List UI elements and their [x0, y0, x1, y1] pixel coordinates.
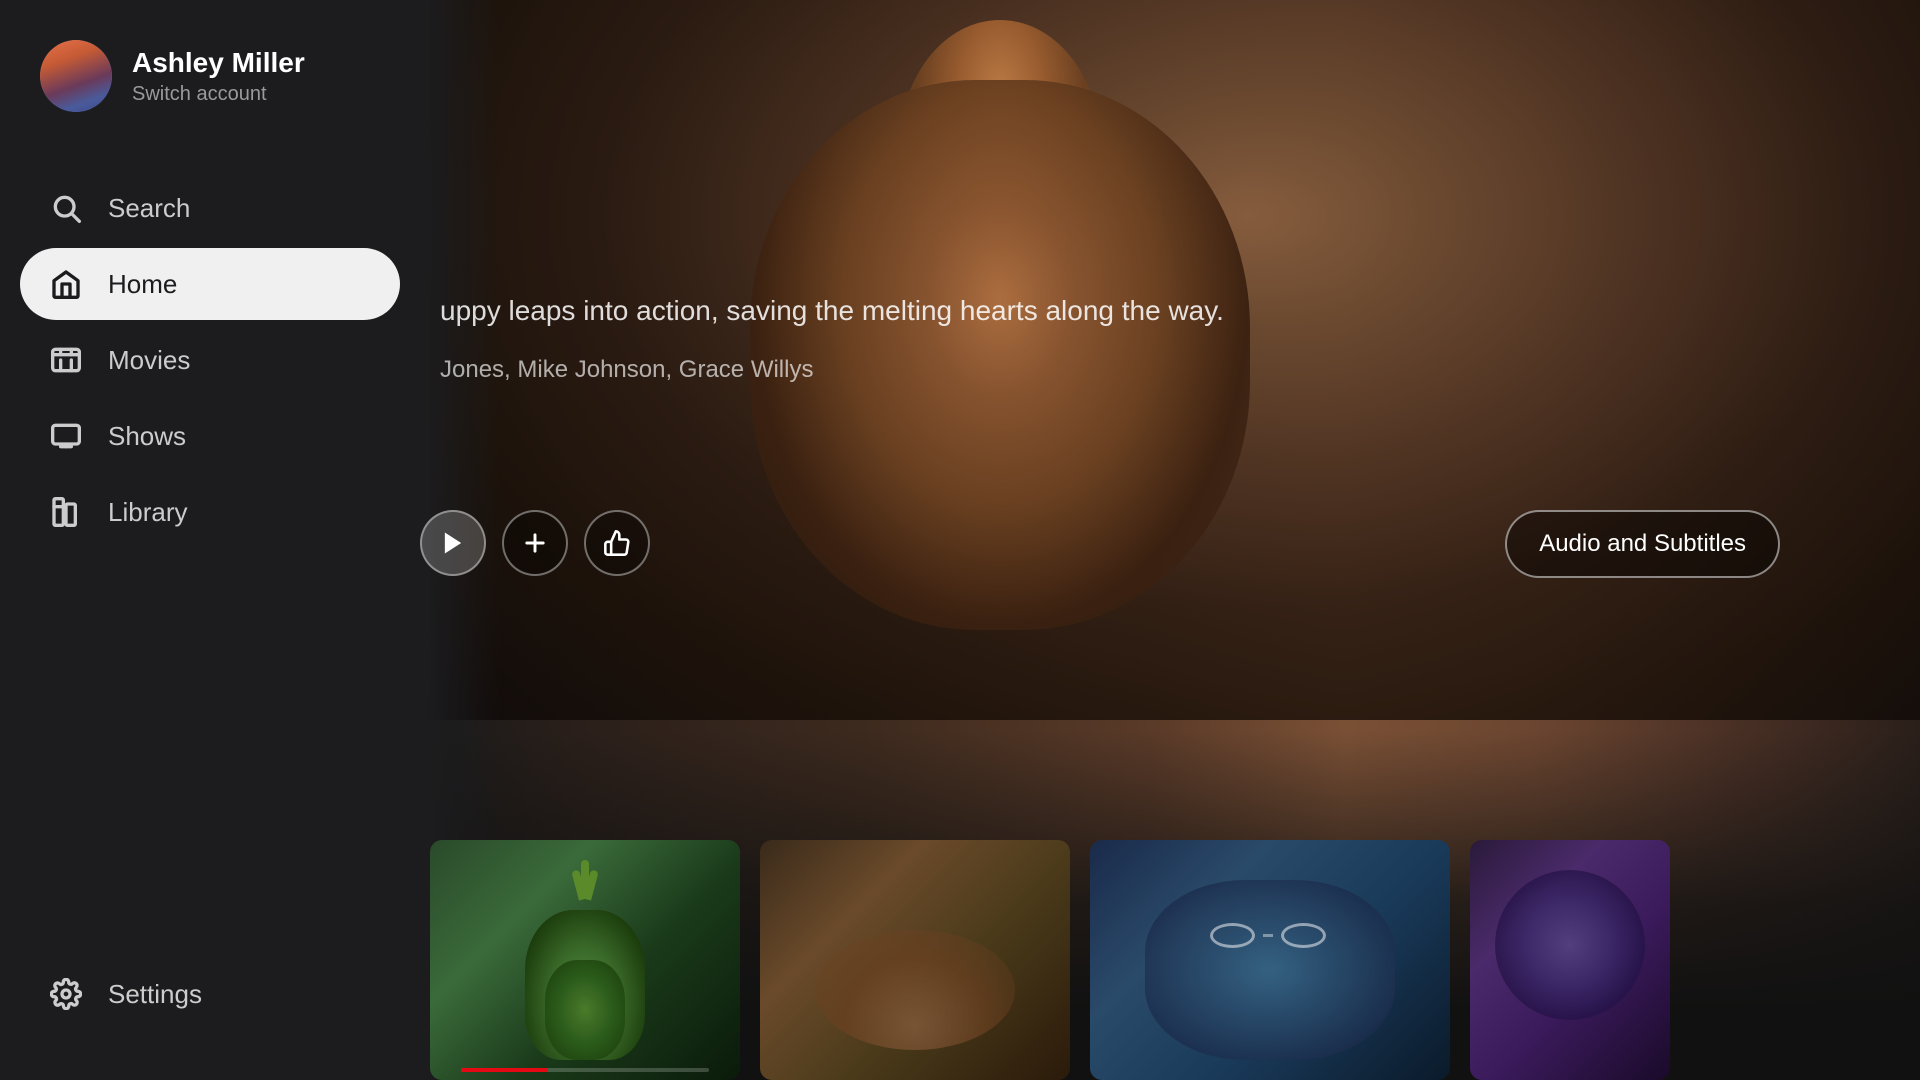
sidebar-item-library[interactable]: Library [20, 476, 400, 548]
hero-description: uppy leaps into action, saving the melti… [440, 290, 1240, 332]
sidebar-item-home[interactable]: Home [20, 248, 400, 320]
hero-cast: Jones, Mike Johnson, Grace Willys [440, 356, 1240, 384]
sidebar: Ashley Miller Switch account Search [0, 0, 420, 1080]
avatar-image [40, 40, 112, 112]
shows-icon [48, 418, 84, 454]
user-name: Ashley Miller [132, 46, 305, 80]
user-info: Ashley Miller Switch account [132, 46, 305, 107]
audio-subtitles-button[interactable]: Audio and Subtitles [1505, 510, 1780, 578]
thumbnail-item[interactable] [760, 840, 1070, 1080]
library-label: Library [108, 497, 187, 528]
switch-account-link[interactable]: Switch account [132, 83, 305, 106]
thumbnail-item[interactable] [1090, 840, 1450, 1080]
add-to-list-button[interactable] [502, 510, 568, 576]
hero-text-area: uppy leaps into action, saving the melti… [440, 290, 1240, 424]
thumbnail-item[interactable] [430, 840, 740, 1080]
shows-label: Shows [108, 421, 186, 452]
play-button[interactable] [420, 510, 486, 576]
user-section[interactable]: Ashley Miller Switch account [0, 0, 420, 152]
settings-label: Settings [108, 979, 202, 1010]
thumbnail-row [420, 800, 1920, 1080]
progress-fill [461, 1068, 548, 1072]
sidebar-item-shows[interactable]: Shows [20, 400, 400, 472]
nav-section: Search Home [0, 152, 420, 938]
home-label: Home [108, 269, 177, 300]
home-icon [48, 266, 84, 302]
main-content: uppy leaps into action, saving the melti… [420, 0, 1920, 1080]
progress-bar [461, 1068, 709, 1072]
library-icon [48, 494, 84, 530]
like-button[interactable] [584, 510, 650, 576]
action-buttons-row [420, 510, 650, 576]
search-icon [48, 190, 84, 226]
search-label: Search [108, 193, 190, 224]
settings-section: Settings [0, 938, 420, 1080]
sidebar-item-movies[interactable]: Movies [20, 324, 400, 396]
movies-icon [48, 342, 84, 378]
settings-icon [48, 976, 84, 1012]
sidebar-item-settings[interactable]: Settings [20, 958, 400, 1030]
sidebar-item-search[interactable]: Search [20, 172, 400, 244]
movies-label: Movies [108, 345, 190, 376]
avatar [40, 40, 112, 112]
thumbnail-item[interactable] [1470, 840, 1670, 1080]
